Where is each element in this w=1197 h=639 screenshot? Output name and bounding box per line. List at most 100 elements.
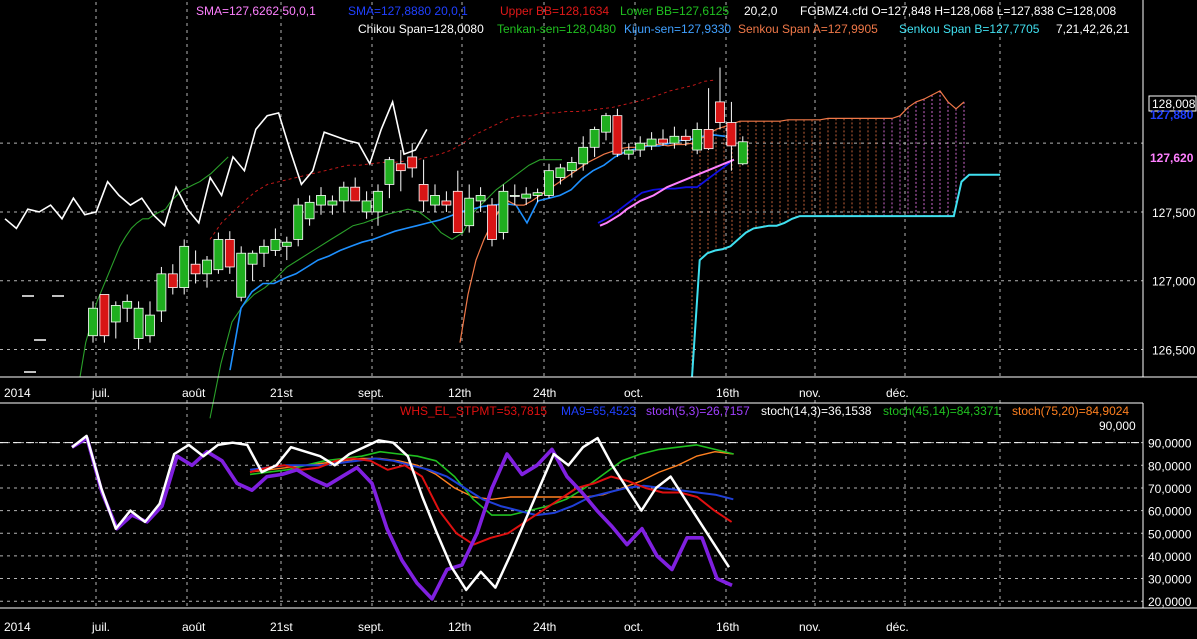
osc-tick-label: 60,0000 (1148, 505, 1192, 519)
candle-body (532, 192, 543, 196)
candle-body (464, 197, 475, 227)
osc-tick-label: 20,0000 (1148, 595, 1192, 609)
candle-body (407, 156, 418, 169)
label-stoch4514: stoch(45,14)=84,3371 (883, 404, 1000, 418)
price-x-label: juil. (91, 386, 110, 400)
candle-body (316, 195, 326, 206)
candle-body (384, 159, 395, 185)
candle-body (646, 138, 657, 147)
candle-body (635, 142, 646, 151)
label-whs: WHS_EL_STPMT=53,7815 (400, 404, 547, 418)
candle-body (566, 162, 577, 172)
candle-body (715, 101, 725, 123)
candle-body (475, 195, 486, 202)
candle-body (703, 129, 714, 150)
price-tick-label: 127,000 (1152, 275, 1196, 289)
candle-body (99, 294, 110, 337)
candle-body (179, 245, 190, 288)
candle-body (304, 201, 315, 220)
candle-body (623, 149, 634, 155)
candle-body (236, 252, 247, 298)
osc-tick-label: 90,0000 (1148, 437, 1192, 451)
candle-body (680, 135, 691, 141)
price-x-label: 2014 (4, 386, 31, 400)
price-x-label: 24th (533, 386, 556, 400)
candle-body (270, 239, 281, 251)
candle-body (395, 163, 406, 172)
candle-body (110, 305, 121, 323)
label-bb-params: 20,2,0 (744, 4, 778, 18)
candle-body (555, 167, 566, 178)
osc-tick-label: 30,0000 (1148, 573, 1192, 587)
label-ma9: MA9=65,4523 (561, 404, 636, 418)
candle-body (259, 245, 269, 254)
candle-body (202, 259, 212, 275)
label-kijun: Kijun-sen=127,9330 (624, 22, 731, 36)
candle-body (145, 314, 155, 337)
label-senkou-a: Senkou Span A=127,9905 (738, 22, 878, 36)
candle-body (498, 190, 509, 233)
candle-body (521, 193, 532, 199)
price-x-label: sept. (358, 386, 384, 400)
label-chikou: Chikou Span=128,0080 (358, 22, 484, 36)
candle-body (247, 252, 258, 265)
candle-body (88, 307, 98, 337)
candle-body (213, 239, 224, 271)
candle-body (612, 115, 623, 155)
label-ohlc: FGBMZ4.cfd O=127,848 H=128,068 L=127,838… (800, 4, 1117, 18)
price-x-label: déc. (886, 386, 909, 400)
osc-x-label: 21st (270, 620, 293, 634)
candle-body (578, 146, 589, 165)
price-tick-label: 127,500 (1152, 206, 1196, 220)
candle-body (156, 273, 167, 312)
label-upper-bb: Upper BB=128,1634 (500, 4, 609, 18)
candle-body (224, 239, 235, 268)
price-x-label: 21st (270, 386, 293, 400)
candle-body (122, 300, 133, 309)
price-tag-pink: 127,620 (1150, 151, 1194, 165)
label-ichimoku-params: 7,21,42,26,21 (1056, 22, 1130, 36)
candle-body (430, 195, 440, 206)
candle-body (441, 200, 452, 206)
osc-tick-label: 70,0000 (1148, 482, 1192, 496)
price-tick-label: 126,500 (1152, 343, 1196, 357)
osc-x-label: août (182, 620, 206, 634)
osc-x-label: 2014 (4, 620, 31, 634)
chart-canvas: 127,500 127,000 126,500 90,0000 80,0000 70,00… (0, 0, 1197, 639)
label-stoch143: stoch(14,3)=36,1538 (761, 404, 872, 418)
label-senkou-b: Senkou Span B=127,7705 (899, 22, 1040, 36)
candle-body (338, 186, 349, 202)
candle-body (669, 135, 680, 144)
candle-body (190, 263, 201, 275)
price-x-label: oct. (624, 386, 643, 400)
candle-body (589, 129, 600, 148)
candle-body (509, 195, 520, 197)
osc-x-label: 24th (533, 620, 556, 634)
candle-body (350, 186, 361, 202)
price-x-label: 16th (716, 386, 739, 400)
candle-body (167, 273, 178, 288)
chart-background (0, 0, 1197, 639)
osc-x-label: oct. (624, 620, 643, 634)
candle-body (418, 184, 429, 202)
osc-tick-label: 80,0000 (1148, 459, 1192, 473)
candle-body (452, 190, 463, 233)
candle-body (293, 204, 304, 240)
osc-x-label: déc. (886, 620, 909, 634)
label-sma20: SMA=127,8880 20,0,1 (348, 4, 468, 18)
candle-body (281, 241, 292, 247)
candle-body (658, 138, 668, 144)
osc-x-label: nov. (799, 620, 821, 634)
osc-x-label: sept. (358, 620, 384, 634)
label-sma50: SMA=127,6262 50,0,1 (196, 4, 316, 18)
candle-body (544, 170, 554, 196)
price-tag-sma: 127,880 (1150, 108, 1194, 122)
osc-x-label: 16th (716, 620, 739, 634)
label-tenkan: Tenkan-sen=128,0480 (497, 22, 616, 36)
osc-x-label: juil. (91, 620, 110, 634)
label-level-90: 90,000 (1099, 419, 1136, 433)
candle-body (726, 122, 737, 147)
osc-tick-label: 40,0000 (1148, 550, 1192, 564)
candle-body (737, 141, 748, 165)
candle-body (133, 307, 144, 339)
